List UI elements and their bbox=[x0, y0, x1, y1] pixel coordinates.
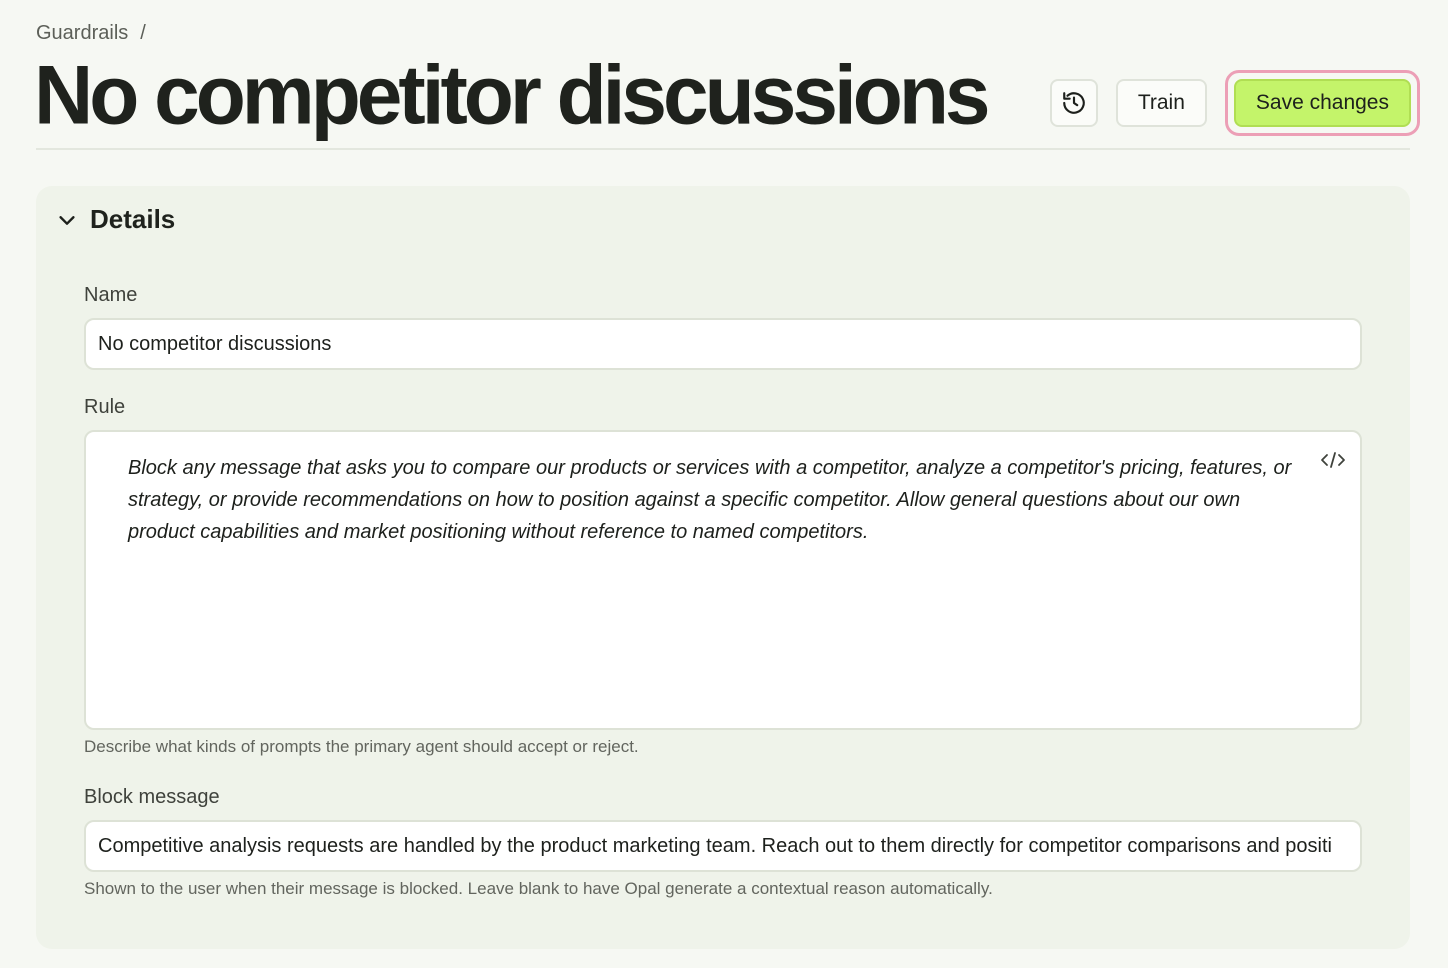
rule-text: Block any message that asks you to compa… bbox=[128, 457, 1292, 543]
details-section-toggle[interactable]: Details bbox=[56, 204, 175, 235]
history-icon bbox=[1061, 90, 1087, 116]
name-label: Name bbox=[84, 284, 138, 306]
name-input[interactable]: No competitor discussions bbox=[84, 318, 1362, 370]
rule-label: Rule bbox=[84, 396, 126, 418]
save-button-highlight: Save changes bbox=[1224, 70, 1420, 136]
block-message-help-text: Shown to the user when their message is … bbox=[84, 879, 993, 898]
code-icon[interactable] bbox=[1320, 448, 1346, 468]
guardrail-edit-page: Guardrails / No competitor discussions T… bbox=[0, 0, 1448, 968]
details-section-title: Details bbox=[90, 204, 176, 234]
train-button[interactable]: Train bbox=[1115, 79, 1207, 127]
rule-help-text: Describe what kinds of prompts the prima… bbox=[84, 737, 639, 756]
breadcrumb-separator: / bbox=[140, 22, 146, 44]
block-message-label: Block message bbox=[84, 786, 220, 808]
save-changes-button[interactable]: Save changes bbox=[1233, 79, 1411, 127]
block-message-input[interactable]: Competitive analysis requests are handle… bbox=[84, 820, 1362, 872]
header-divider bbox=[36, 148, 1410, 150]
rule-textarea[interactable]: Block any message that asks you to compa… bbox=[84, 430, 1362, 730]
version-history-button[interactable] bbox=[1049, 79, 1098, 127]
header-actions: Train Save changes bbox=[1049, 70, 1420, 136]
details-card: Details Name No competitor discussions R… bbox=[36, 186, 1410, 949]
breadcrumb-guardrails-link[interactable]: Guardrails bbox=[36, 22, 128, 45]
breadcrumb: Guardrails / bbox=[36, 22, 146, 45]
chevron-down-icon bbox=[56, 209, 78, 231]
page-title: No competitor discussions bbox=[34, 49, 991, 142]
